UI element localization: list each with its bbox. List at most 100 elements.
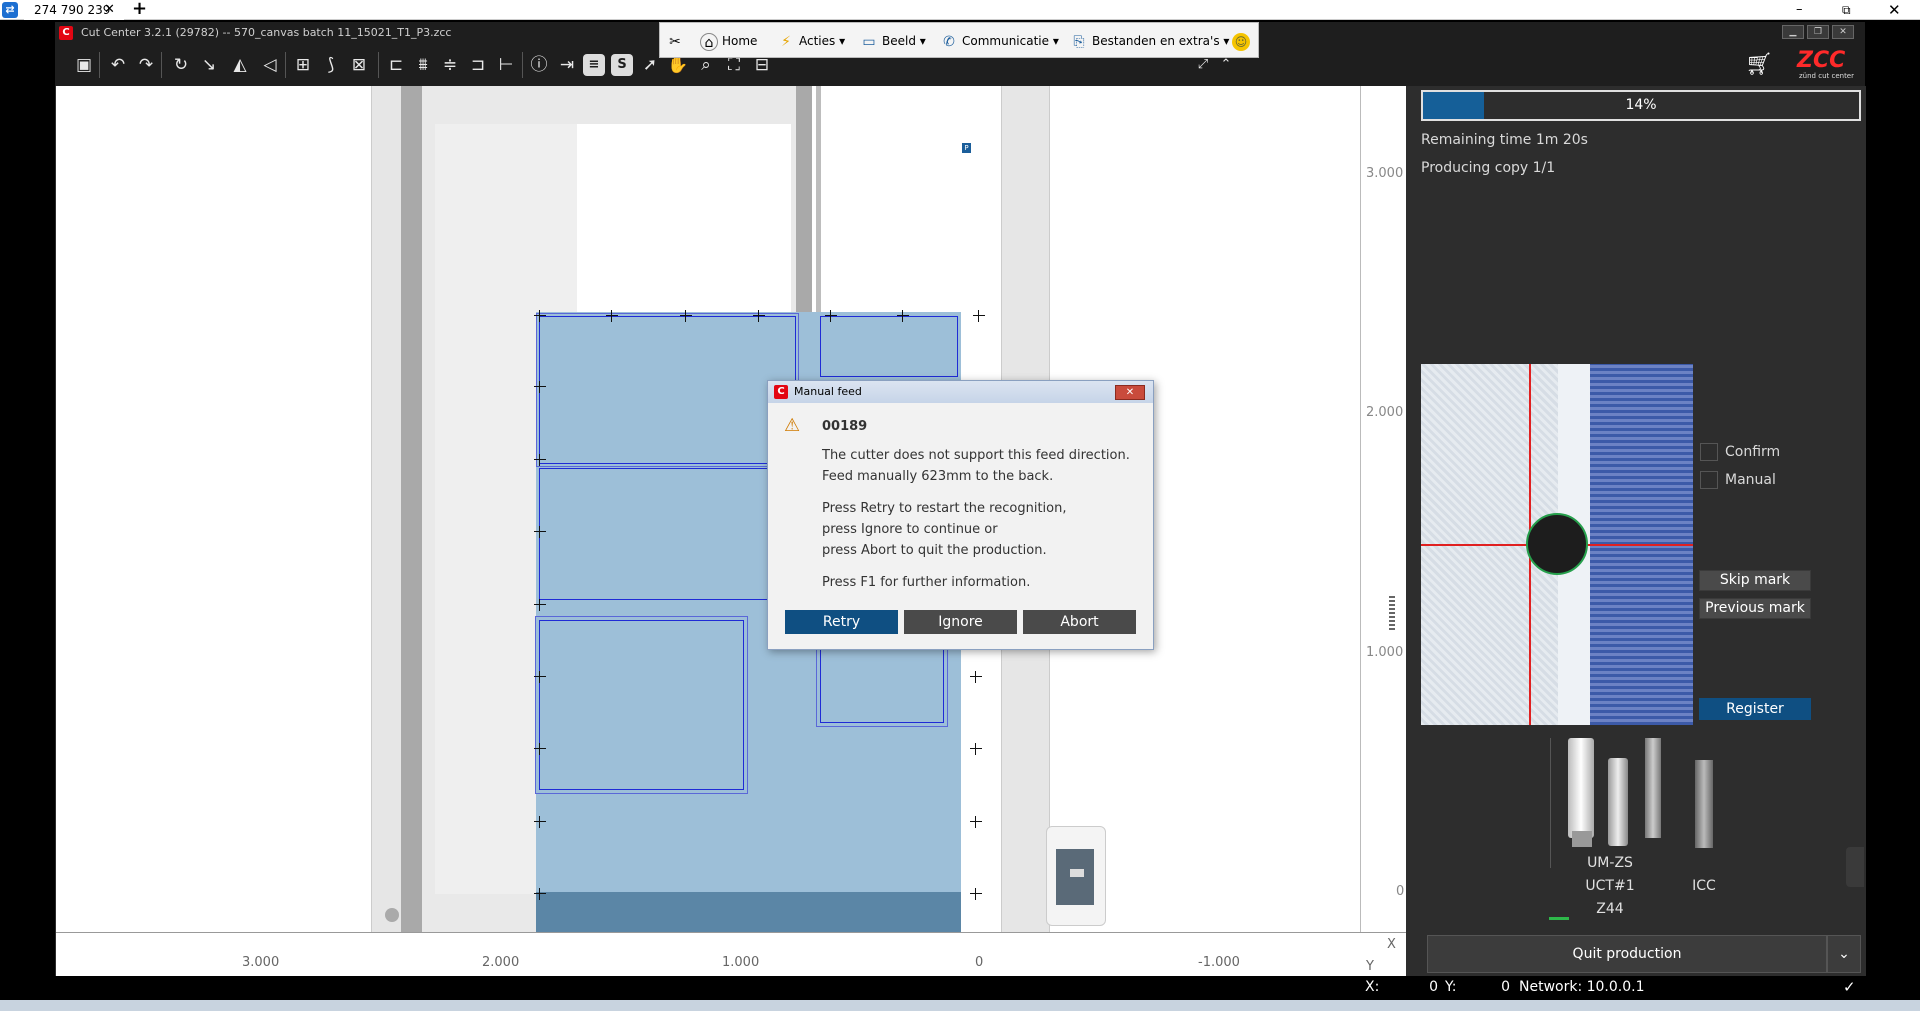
cart-icon[interactable]: 🛒︎ xyxy=(1745,52,1773,77)
zcc-brand-logo: ZCC xyxy=(1797,48,1846,73)
cut-shape[interactable] xyxy=(539,468,796,600)
register-cross-icon xyxy=(534,599,546,611)
redo-icon[interactable]: ↷ xyxy=(135,54,157,76)
ungroup-icon[interactable]: ⊠ xyxy=(348,54,370,76)
menu-communicatie[interactable]: ✆ Communicatie ▾ xyxy=(940,23,1059,59)
rotate-icon[interactable]: ↻ xyxy=(170,54,192,76)
menu-beeld[interactable]: ▭ Beeld ▾ xyxy=(860,23,925,59)
register-button[interactable]: Register xyxy=(1699,698,1811,720)
x-axis-label: X xyxy=(1387,937,1396,952)
um-zs-tool-icon xyxy=(1568,738,1594,838)
save-icon[interactable]: ▣ xyxy=(73,54,95,76)
dialog-message-line: Feed manually 623mm to the back. xyxy=(822,469,1054,484)
cut-shape[interactable] xyxy=(539,620,744,790)
uct-tool-icon xyxy=(1608,758,1628,846)
active-tool-indicator xyxy=(1549,917,1569,920)
register-cross-icon xyxy=(973,310,985,322)
retry-button[interactable]: Retry xyxy=(785,610,898,634)
confirm-checkbox[interactable] xyxy=(1700,443,1718,461)
abort-button[interactable]: Abort xyxy=(1023,610,1136,634)
new-tab-icon[interactable]: + xyxy=(132,0,147,19)
edit-path-icon[interactable]: ⟆ xyxy=(320,54,342,76)
import-icon[interactable]: ⇥ xyxy=(556,54,578,76)
dialog-app-icon: C xyxy=(774,385,788,399)
toolbar-divider xyxy=(522,52,523,78)
settings-tool-icon[interactable]: S xyxy=(611,54,633,76)
coord-y-value: 0 xyxy=(1501,979,1510,995)
close-window-icon[interactable]: ✕ xyxy=(1888,0,1901,20)
phone-icon: ✆ xyxy=(943,33,955,50)
chevron-down-icon[interactable]: ⌄ xyxy=(1827,935,1861,973)
camera-view xyxy=(1421,364,1693,725)
register-cross-icon xyxy=(970,816,982,828)
dialog-message-line: press Ignore to continue or xyxy=(822,522,998,537)
pointer-icon[interactable]: ➚ xyxy=(639,54,661,76)
os-taskbar xyxy=(0,1000,1920,1011)
register-cross-icon xyxy=(753,310,765,322)
register-cross-icon xyxy=(970,888,982,900)
ruler-x-label: 2.000 xyxy=(482,955,520,970)
register-cross-icon xyxy=(534,816,546,828)
disconnect-icon: ✂ xyxy=(669,33,681,50)
menu-acties-label: Acties xyxy=(799,34,836,48)
y-axis-label: Y xyxy=(1366,959,1374,974)
close-tab-icon[interactable]: ✕ xyxy=(104,0,115,20)
menu-beeld-label: Beeld xyxy=(882,34,916,48)
dialog-close-icon[interactable]: ✕ xyxy=(1115,385,1145,400)
mirror-horizontal-icon[interactable]: ◁ xyxy=(259,54,281,76)
remaining-time: Remaining time 1m 20s xyxy=(1421,132,1588,148)
align-center-icon[interactable]: ≑ xyxy=(439,54,461,76)
tool-name-icc: ICC xyxy=(1692,878,1716,894)
warning-icon: ⚠ xyxy=(784,415,801,436)
nest-icon[interactable]: ⊐ xyxy=(467,54,489,76)
progress-bar: 14% xyxy=(1421,90,1861,121)
cut-shape[interactable] xyxy=(539,316,796,464)
rotate-corner-icon[interactable]: ↘ xyxy=(198,54,220,76)
menu-acties[interactable]: ⚡ Acties ▾ xyxy=(777,23,845,59)
group-icon[interactable]: ⊞ xyxy=(292,54,314,76)
smiley-icon[interactable]: ☺ xyxy=(1232,23,1254,59)
dialog-message-line: Press F1 for further information. xyxy=(822,575,1031,590)
info-icon[interactable]: ⓘ xyxy=(528,54,550,76)
status-bar: X: 0 Y: 0 Network: 10.0.0.1 ✓ xyxy=(55,976,1865,998)
previous-mark-button[interactable]: Previous mark xyxy=(1699,598,1811,619)
camera-device-icon xyxy=(1046,826,1106,926)
dialog-title: Manual feed xyxy=(794,385,862,398)
ruler-y-label: 2.000 xyxy=(1366,405,1404,420)
register-cross-icon xyxy=(534,526,546,538)
mirror-vertical-icon[interactable]: ◭ xyxy=(229,54,251,76)
cut-shape[interactable] xyxy=(820,316,958,377)
register-cross-icon xyxy=(534,454,546,466)
side-expand-tab[interactable] xyxy=(1846,847,1864,887)
manual-checkbox[interactable] xyxy=(1700,471,1718,489)
app-minimize-icon[interactable]: ▁ xyxy=(1782,25,1804,39)
toolbar-divider xyxy=(99,52,100,78)
text-tool-icon[interactable]: ≡ xyxy=(583,54,605,76)
align-left-icon[interactable]: ⊏ xyxy=(385,54,407,76)
progress-label: 14% xyxy=(1625,97,1657,113)
restore-icon[interactable]: ⧉ xyxy=(1842,0,1851,20)
split-icon[interactable]: ⊢ xyxy=(495,54,517,76)
menu-home[interactable]: ⌂ Home xyxy=(700,23,757,59)
ignore-button[interactable]: Ignore xyxy=(904,610,1017,634)
app-close-icon[interactable]: ✕ xyxy=(1832,25,1854,39)
quit-production-button[interactable]: Quit production xyxy=(1427,935,1827,973)
splitter-grip[interactable] xyxy=(1389,594,1395,632)
menu-bestanden[interactable]: ⎘ Bestanden en extra's ▾ xyxy=(1070,23,1229,59)
work-canvas[interactable]: P 3.000 2.000 1.000 0 xyxy=(56,86,1406,932)
app-restore-icon[interactable]: ❐ xyxy=(1807,25,1829,39)
minimize-icon[interactable]: – xyxy=(1796,0,1803,20)
brand-subtitle: zünd cut center xyxy=(1799,72,1854,80)
producing-copy: Producing copy 1/1 xyxy=(1421,160,1556,176)
register-cross-icon xyxy=(606,310,618,322)
ruler-x-label: 0 xyxy=(975,955,984,970)
ruler-y-label: 0 xyxy=(1396,884,1405,899)
distribute-icon[interactable]: ⩩ xyxy=(412,54,434,76)
undo-icon[interactable]: ↶ xyxy=(107,54,129,76)
confirm-label: Confirm xyxy=(1725,444,1781,460)
quick-menu-close[interactable]: ✂ xyxy=(666,23,688,59)
menu-bestanden-label: Bestanden en extra's xyxy=(1092,34,1220,48)
skip-mark-button[interactable]: Skip mark xyxy=(1699,570,1811,591)
register-cross-icon xyxy=(970,743,982,755)
monitor-icon: ▭ xyxy=(862,33,876,50)
